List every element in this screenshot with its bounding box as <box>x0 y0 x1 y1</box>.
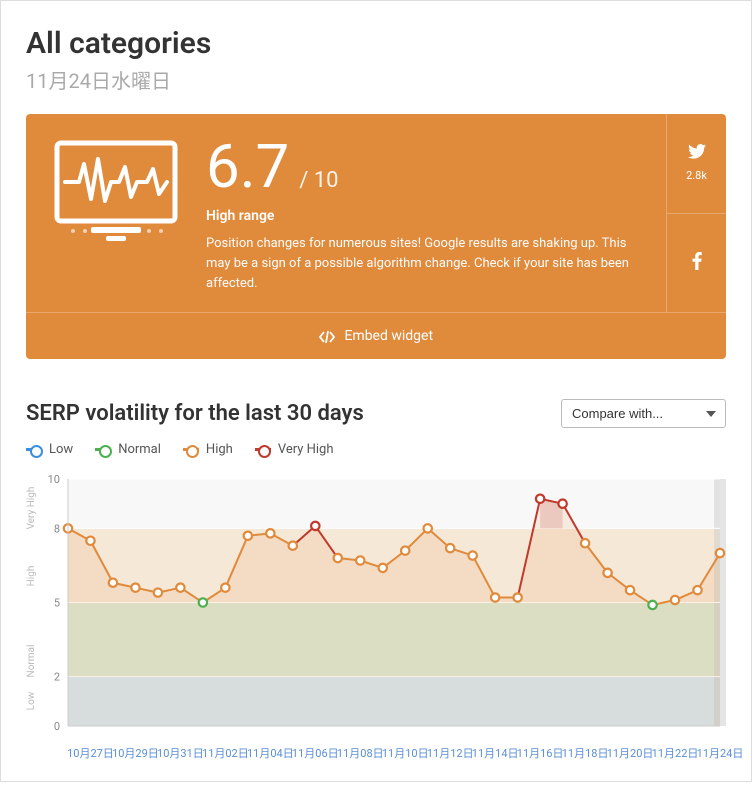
share-twitter-button[interactable]: 2.8k <box>667 114 726 213</box>
legend-very-high: Very High <box>255 442 334 457</box>
code-icon <box>319 331 335 343</box>
embed-widget-label: Embed widget <box>344 328 433 344</box>
score-description: Position changes for numerous sites! Goo… <box>206 234 646 294</box>
score-denominator: / 10 <box>299 168 338 193</box>
svg-text:2: 2 <box>54 671 60 684</box>
legend-high: High <box>183 442 233 457</box>
compare-select[interactable]: Compare with... <box>561 399 726 428</box>
facebook-icon <box>692 252 702 274</box>
chart-legend: Low Normal High Very High <box>26 442 726 457</box>
svg-text:8: 8 <box>54 523 60 536</box>
legend-normal: Normal <box>95 442 161 457</box>
volatility-chart: 025810 10月27日10月29日10月31日11月02日11月04日11月… <box>26 471 726 761</box>
twitter-share-count: 2.8k <box>686 169 707 182</box>
page-subtitle: 11月24日水曜日 <box>26 65 726 94</box>
score-value: 6.7 <box>206 131 289 202</box>
monitor-waveform-icon <box>51 139 181 244</box>
page-title: All categories <box>26 26 726 61</box>
score-range-label: High range <box>206 208 646 224</box>
share-facebook-button[interactable] <box>667 213 726 313</box>
embed-widget-button[interactable]: Embed widget <box>26 312 726 359</box>
svg-text:10: 10 <box>48 473 60 486</box>
legend-low: Low <box>26 442 73 457</box>
score-card: 6.7 / 10 High range Position changes for… <box>26 114 726 359</box>
svg-text:0: 0 <box>54 720 60 733</box>
svg-text:5: 5 <box>54 597 60 610</box>
twitter-icon <box>688 144 706 163</box>
section-title: SERP volatility for the last 30 days <box>26 401 364 426</box>
